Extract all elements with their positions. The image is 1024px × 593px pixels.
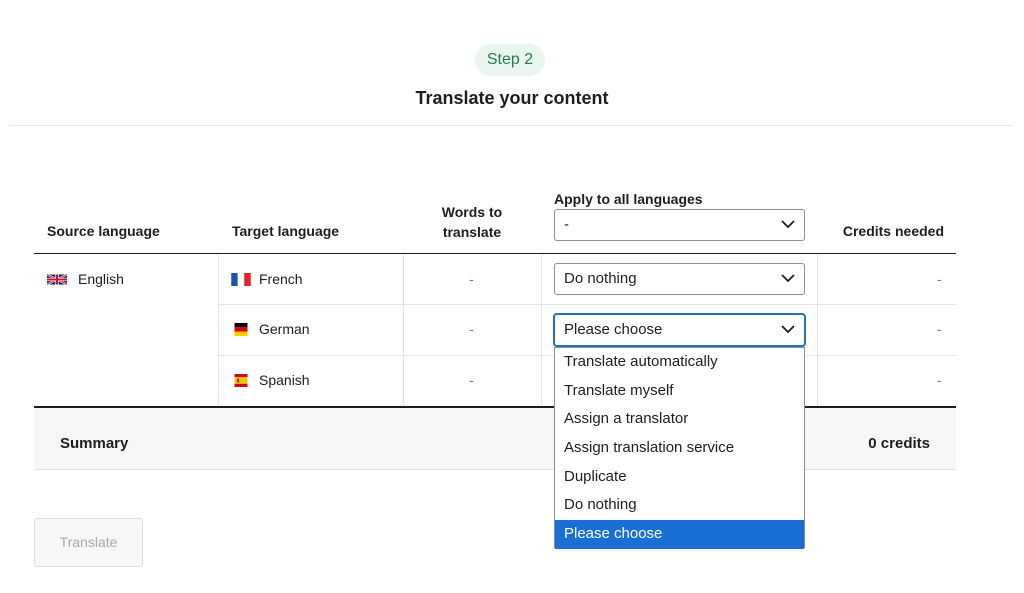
column-divider [817,254,818,407]
words-to-translate: - [469,372,474,388]
action-select-value: Do nothing [564,270,637,287]
summary-label: Summary [60,435,129,452]
header-apply-all: Apply to all languages [554,191,703,207]
row-divider [219,304,956,305]
chevron-down-icon [781,274,795,283]
action-select-german[interactable]: Please choose [554,314,805,346]
words-to-translate: - [469,321,474,337]
header-words-line1: Words to [441,204,503,220]
spanish-flag-icon [234,374,248,387]
header-words-to-translate: Words to translate [420,202,524,242]
column-divider [541,254,542,407]
action-select-french[interactable]: Do nothing [554,263,805,295]
action-dropdown-list[interactable]: Translate automatically Translate myself… [554,347,805,549]
chevron-down-icon [781,325,795,334]
target-language-name: Spanish [259,372,310,388]
dropdown-option[interactable]: Assign a translator [555,405,804,434]
target-language-name: French [259,271,303,287]
apply-all-select[interactable]: - [554,209,805,241]
credits-needed: - [937,321,942,337]
summary-row [34,408,956,470]
summary-credits: 0 credits [868,435,930,452]
credits-needed: - [937,271,942,287]
translate-button[interactable]: Translate [34,518,143,567]
uk-flag-icon [47,273,67,286]
action-select-value: Please choose [564,321,663,338]
words-to-translate: - [469,271,474,287]
dropdown-option[interactable]: Assign translation service [555,434,804,463]
dropdown-option[interactable]: Do nothing [555,491,804,520]
apply-all-value: - [564,216,569,233]
german-flag-icon [234,323,248,336]
column-divider [403,254,404,407]
page-title: Translate your content [415,88,609,108]
credits-needed: - [937,372,942,388]
target-language-name: German [259,321,310,337]
dropdown-option[interactable]: Duplicate [555,463,804,492]
french-flag-icon [231,273,251,286]
header-credits-needed: Credits needed [842,223,944,239]
chevron-down-icon [781,220,795,229]
dropdown-option[interactable]: Translate automatically [555,348,804,377]
column-divider [218,254,219,407]
header-target-language: Target language [232,223,340,239]
step-badge: Step 2 [475,44,545,76]
header-words-line2: translate [442,224,502,240]
dropdown-option[interactable]: Translate myself [555,377,804,406]
header-source-language: Source language [47,223,160,239]
header-divider [10,125,1012,126]
dropdown-option-selected[interactable]: Please choose [555,520,804,549]
source-language-name: English [78,271,124,287]
